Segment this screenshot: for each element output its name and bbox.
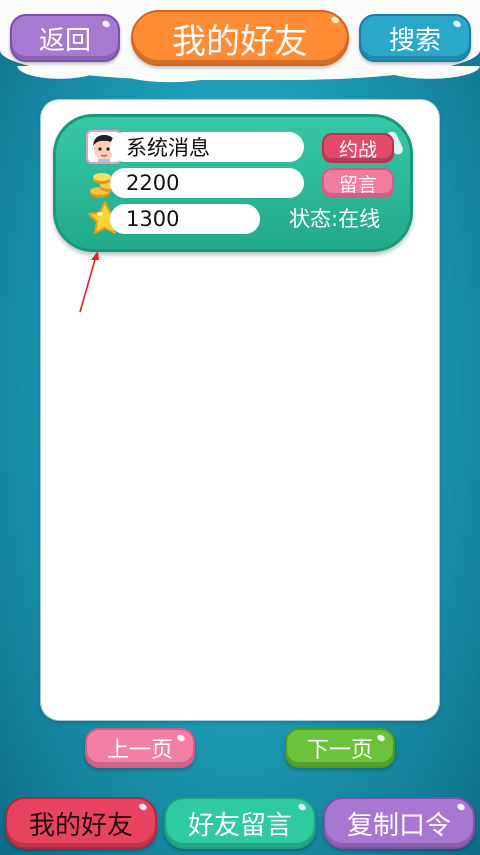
online-status: 状态:在线: [289, 207, 381, 231]
tab-my-friends[interactable]: 我的好友: [5, 797, 157, 849]
search-button[interactable]: 搜索: [359, 14, 471, 62]
friend-name-field: 系统消息: [110, 132, 304, 162]
coins-value: 2200: [126, 171, 180, 195]
back-button[interactable]: 返回: [10, 14, 120, 62]
page-title: 我的好友: [131, 10, 349, 66]
previous-page-button[interactable]: 上一页: [85, 728, 195, 768]
stars-field: 1300: [110, 204, 260, 234]
annotation-arrow: [79, 251, 99, 313]
next-page-button[interactable]: 下一页: [285, 728, 395, 768]
challenge-button[interactable]: 约战: [322, 133, 394, 163]
coins-field: 2200: [110, 168, 304, 198]
friend-name: 系统消息: [126, 136, 210, 160]
stars-value: 1300: [126, 207, 180, 231]
tab-friend-messages[interactable]: 好友留言: [164, 797, 316, 849]
copy-code-button[interactable]: 复制口令: [323, 797, 475, 849]
leave-message-button[interactable]: 留言: [322, 168, 394, 198]
